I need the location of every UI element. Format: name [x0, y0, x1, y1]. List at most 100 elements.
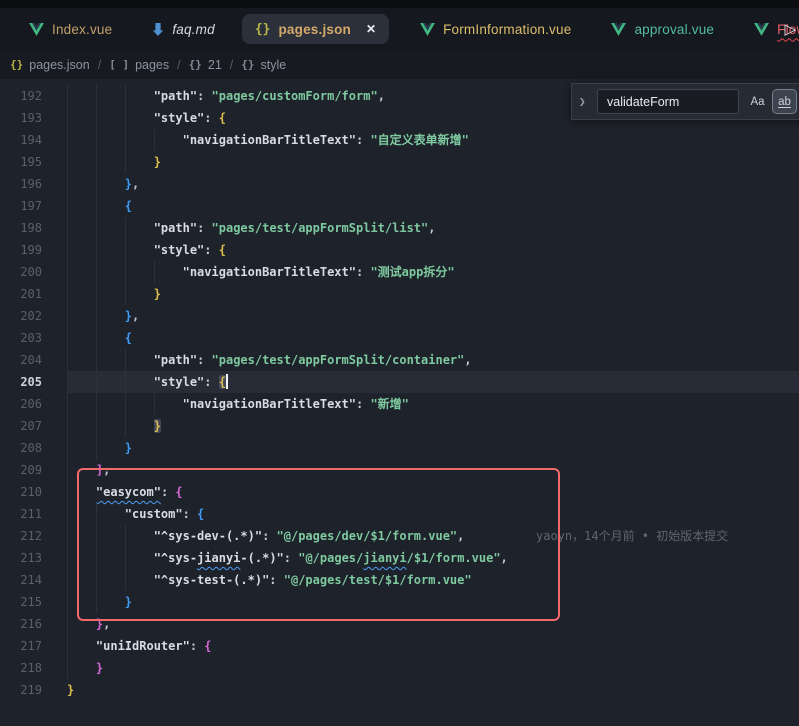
- code-line-content[interactable]: }: [67, 415, 799, 437]
- code-token: "style": [154, 375, 205, 389]
- code-line-209: 209 ],: [0, 459, 799, 481]
- code-line-content[interactable]: {: [67, 327, 799, 349]
- code-token: :: [204, 243, 218, 257]
- editor: 192 "path": "pages/customForm/form",193 …: [0, 79, 799, 726]
- json-braces-icon: {}: [255, 22, 271, 37]
- indent-guide: [96, 327, 97, 349]
- code-token: :: [161, 485, 175, 499]
- indent-whitespace: [67, 639, 96, 653]
- indent-guide: [96, 569, 97, 591]
- code-line-216: 216 },: [0, 613, 799, 635]
- code-line-content[interactable]: "uniIdRouter": {: [67, 635, 799, 657]
- code-line-content[interactable]: "navigationBarTitleText": "自定义表单新增": [67, 129, 799, 151]
- code-line-content[interactable]: "custom": {: [67, 503, 799, 525]
- find-input[interactable]: [597, 89, 739, 114]
- match-case-button[interactable]: Aa: [746, 90, 769, 113]
- symbol-icon: [ ]: [109, 58, 129, 71]
- line-number: 206: [0, 393, 67, 415]
- code-line-content[interactable]: }: [67, 679, 799, 701]
- code-line-content[interactable]: "^sys-jianyi-(.*)": "@/pages/jianyi/$1/f…: [67, 547, 799, 569]
- code-token: /$1/form.vue": [407, 551, 501, 565]
- code-token: :: [262, 529, 276, 543]
- code-line-content[interactable]: },: [67, 613, 799, 635]
- indent-guide: [125, 129, 126, 151]
- code-token: :: [197, 89, 211, 103]
- line-number: 202: [0, 305, 67, 327]
- line-number: 210: [0, 481, 67, 503]
- indent-guide: [67, 371, 68, 393]
- indent-guide: [125, 239, 126, 261]
- line-number: 199: [0, 239, 67, 261]
- code-line-content[interactable]: "path": "pages/test/appFormSplit/list",: [67, 217, 799, 239]
- code-token: :: [190, 639, 204, 653]
- code-line-content[interactable]: },: [67, 305, 799, 327]
- line-number: 204: [0, 349, 67, 371]
- find-expand-icon[interactable]: ❯: [579, 95, 590, 108]
- code-token: {: [219, 375, 226, 389]
- breadcrumb-item-style[interactable]: {}style: [241, 58, 286, 72]
- breadcrumb-separator: /: [230, 58, 233, 72]
- indent-guide: [96, 283, 97, 305]
- code-line-content[interactable]: }: [67, 591, 799, 613]
- indent-guide: [67, 635, 68, 657]
- indent-guide: [67, 503, 68, 525]
- indent-guide: [125, 283, 126, 305]
- indent-whitespace: [67, 661, 96, 675]
- code-line-content[interactable]: "path": "pages/test/appFormSplit/contain…: [67, 349, 799, 371]
- code-token: :: [356, 397, 370, 411]
- tab-label: Index.vue: [52, 22, 112, 37]
- code-token: ,: [103, 463, 110, 477]
- tab-forminformation-vue[interactable]: FormInformation.vue: [407, 8, 584, 50]
- tab-index-vue[interactable]: Index.vue: [16, 8, 125, 50]
- indent-whitespace: [67, 111, 154, 125]
- find-options: Aaab.*: [746, 90, 799, 113]
- tab-overflow-icon[interactable]: ▷: [784, 20, 796, 38]
- code-line-content[interactable]: {: [67, 195, 799, 217]
- breadcrumb-item-21[interactable]: {}21: [189, 58, 222, 72]
- code-line-content[interactable]: }: [67, 657, 799, 679]
- code-token: ,: [464, 353, 471, 367]
- tab-faq-md[interactable]: faq.md: [139, 8, 227, 50]
- indent-guide: [125, 261, 126, 283]
- code-line-content[interactable]: "style": {: [67, 371, 799, 393]
- code-line-content[interactable]: }: [67, 151, 799, 173]
- code-token: }: [154, 419, 161, 433]
- code-token: "^sys-dev-(.*)": [154, 529, 262, 543]
- code-line-content[interactable]: ],: [67, 459, 799, 481]
- code-line-content[interactable]: }: [67, 283, 799, 305]
- indent-whitespace: [67, 485, 96, 499]
- code-line-content[interactable]: "easycom": {: [67, 481, 799, 503]
- tab-close-icon[interactable]: ✕: [366, 22, 376, 36]
- code-line-content[interactable]: }: [67, 437, 799, 459]
- indent-guide: [67, 525, 68, 547]
- line-number: 213: [0, 547, 67, 569]
- code-token: :: [356, 265, 370, 279]
- indent-guide: [96, 591, 97, 613]
- indent-whitespace: [67, 353, 154, 367]
- code-line-199: 199 "style": {: [0, 239, 799, 261]
- indent-guide: [96, 129, 97, 151]
- tab-approval-vue[interactable]: approval.vue: [598, 8, 727, 50]
- code-line-content[interactable]: "navigationBarTitleText": "新增": [67, 393, 799, 415]
- indent-guide: [67, 283, 68, 305]
- code-line-content[interactable]: },: [67, 173, 799, 195]
- indent-guide: [96, 239, 97, 261]
- line-number: 215: [0, 591, 67, 613]
- indent-guide: [67, 85, 68, 107]
- breadcrumb-label: pages: [135, 58, 169, 72]
- code-line-content[interactable]: "navigationBarTitleText": "测试app拆分": [67, 261, 799, 283]
- breadcrumb-item-pages-json[interactable]: {}pages.json: [10, 58, 90, 72]
- tab-bar: Index.vue faq.md {}pages.json✕ FormInformat…: [0, 8, 799, 50]
- code-token: "自定义表单新增": [370, 133, 468, 147]
- code-line-201: 201 }: [0, 283, 799, 305]
- code-token: "^sys-: [154, 551, 197, 565]
- breadcrumb-item-pages[interactable]: [ ] pages: [109, 58, 169, 72]
- line-number: 209: [0, 459, 67, 481]
- indent-guide: [125, 393, 126, 415]
- code-line-content[interactable]: "style": {: [67, 239, 799, 261]
- whole-word-button[interactable]: ab: [773, 90, 796, 113]
- code-token: {: [219, 243, 226, 257]
- indent-whitespace: [67, 529, 154, 543]
- tab-pages-json[interactable]: {}pages.json✕: [242, 14, 389, 44]
- code-line-content[interactable]: "^sys-test-(.*)": "@/pages/test/$1/form.…: [67, 569, 799, 591]
